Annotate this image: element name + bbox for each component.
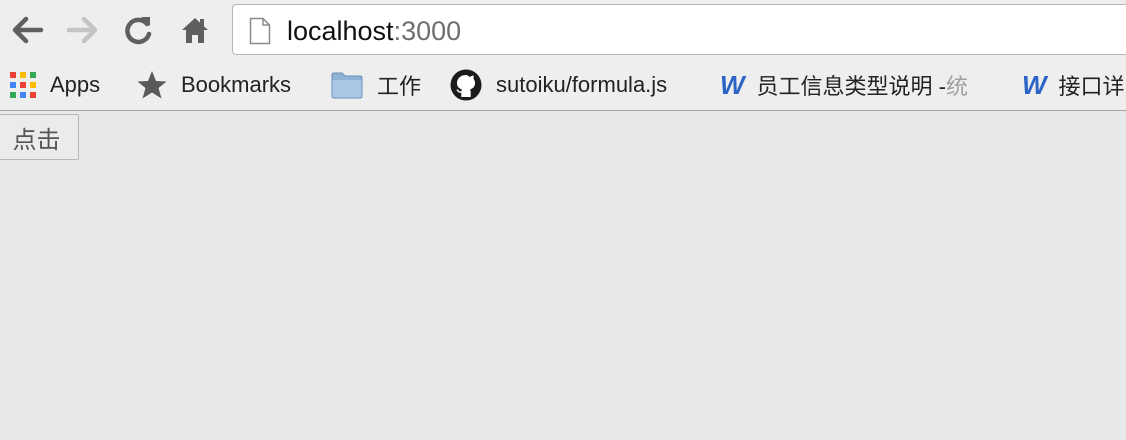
back-button[interactable] <box>8 10 48 50</box>
bookmark-label: 工作 <box>377 74 422 99</box>
url-port: :3000 <box>393 16 462 46</box>
apps-grid-icon <box>10 72 36 98</box>
bookmark-github-formula[interactable]: sutoiku/formula.js <box>450 65 667 105</box>
folder-icon <box>331 71 363 99</box>
bookmark-apps[interactable]: Apps <box>10 65 100 105</box>
browser-toolbar: localhost:3000 <box>0 0 1126 60</box>
page-content: 点击 <box>0 112 1126 440</box>
bookmark-bookmarks[interactable]: Bookmarks <box>137 65 291 105</box>
bookmark-label: sutoiku/formula.js <box>496 72 668 97</box>
bookmark-label: Apps <box>50 72 101 97</box>
star-icon <box>137 70 167 100</box>
forward-button[interactable] <box>62 10 102 50</box>
bookmark-employee-info[interactable]: W 员工信息类型说明 - 统 <box>720 65 968 105</box>
url-text: localhost:3000 <box>287 17 461 45</box>
click-button[interactable]: 点击 <box>0 114 79 160</box>
bookmark-label-fade: 统 <box>946 74 969 99</box>
url-host: localhost <box>287 16 394 46</box>
arrow-left-icon <box>12 16 44 44</box>
bookmark-label: Bookmarks <box>181 72 292 97</box>
bookmarks-bar: Apps Bookmarks 工作 sutoiku/formula.js W 员… <box>0 60 1126 111</box>
arrow-right-icon <box>66 16 98 44</box>
github-icon <box>450 69 482 101</box>
reload-icon <box>125 17 152 45</box>
bookmark-label: 接口详 <box>1058 74 1125 99</box>
address-bar[interactable]: localhost:3000 <box>232 4 1126 55</box>
bookmark-interface-details[interactable]: W 接口详 <box>1022 65 1125 105</box>
reload-button[interactable] <box>118 10 158 50</box>
word-doc-icon: W <box>1022 69 1047 100</box>
home-button[interactable] <box>175 10 215 50</box>
home-icon <box>182 18 208 43</box>
page-icon <box>249 17 271 50</box>
bookmark-label: 员工信息类型说明 - <box>756 74 946 99</box>
word-doc-icon: W <box>720 69 745 100</box>
bookmark-folder-work[interactable]: 工作 <box>331 65 421 105</box>
